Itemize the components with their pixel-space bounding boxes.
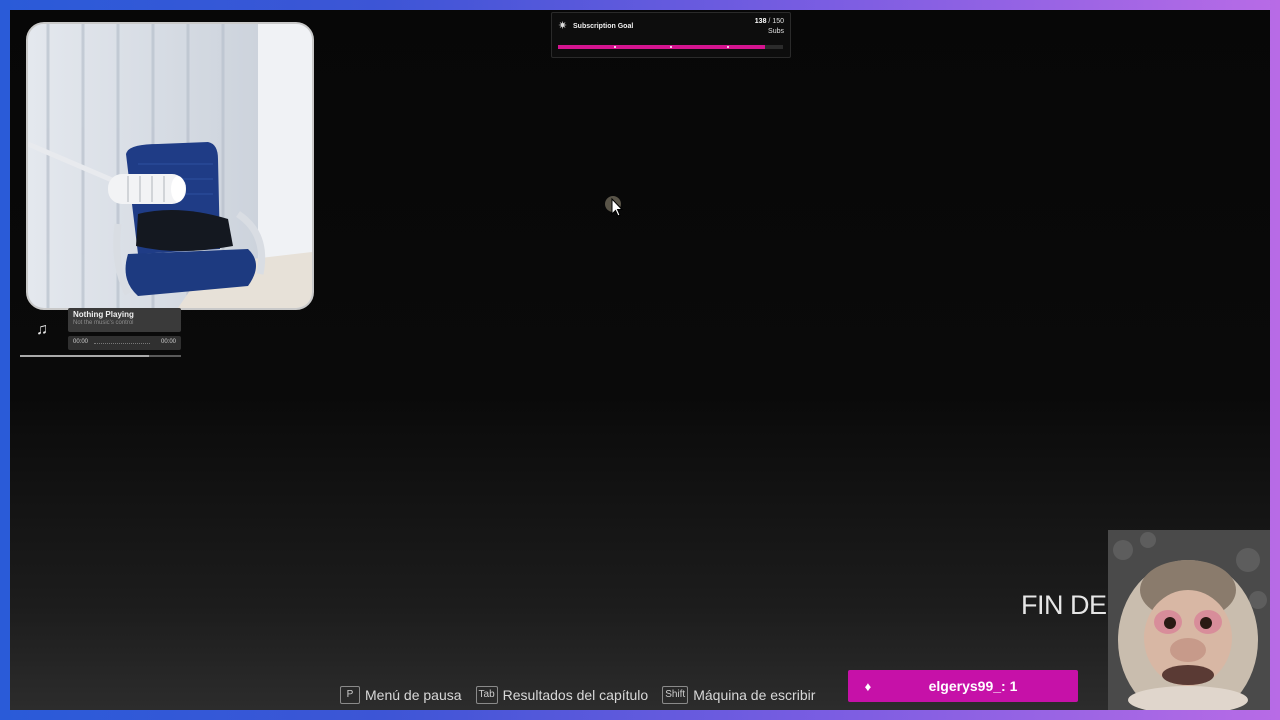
goal-target: 150 bbox=[772, 18, 784, 25]
mouse-cursor-icon bbox=[605, 196, 624, 217]
hint-label: Resultados del capítulo bbox=[502, 687, 649, 703]
key-tab: Tab bbox=[475, 686, 498, 704]
hint-chapter-results[interactable]: Tab Resultados del capítulo bbox=[475, 686, 649, 704]
goal-unit: Subs bbox=[768, 28, 784, 35]
now-playing-title: Nothing Playing bbox=[73, 310, 134, 319]
now-playing-widget: ♫ Nothing Playing Not the music's contro… bbox=[20, 308, 182, 358]
goal-progress-track bbox=[558, 45, 783, 49]
goal-milestone bbox=[727, 46, 729, 48]
now-playing-subtitle: Not the music's control bbox=[73, 320, 134, 326]
progress-track bbox=[94, 343, 150, 345]
total-time: 00:00 bbox=[160, 339, 176, 345]
now-playing-underline-fill bbox=[20, 355, 149, 357]
chapter-end-text: FIN DEL bbox=[1021, 590, 1122, 620]
goal-milestone bbox=[614, 46, 616, 48]
monkey-image bbox=[1108, 530, 1270, 710]
hint-label: Menú de pausa bbox=[365, 687, 462, 703]
music-note-icon: ♫ bbox=[36, 321, 48, 338]
star-icon: ✷ bbox=[558, 20, 568, 32]
goal-title: Subscription Goal bbox=[573, 23, 634, 30]
elapsed-time: 00:00 bbox=[73, 339, 89, 345]
alert-text: elgerys99_: 1 bbox=[928, 678, 1018, 694]
now-playing-progress: 00:00 00:00 bbox=[68, 336, 181, 350]
hint-pause-menu[interactable]: P Menú de pausa bbox=[340, 686, 462, 704]
webcam-monkey bbox=[1108, 530, 1270, 710]
hint-label: Máquina de escribir bbox=[693, 687, 816, 703]
subscription-goal-widget: ✷ Subscription Goal 138 / 150 Subs bbox=[551, 12, 791, 58]
diamond-icon: ♦ bbox=[864, 678, 872, 694]
control-hints-bar: P Menú de pausa Tab Resultados del capít… bbox=[340, 684, 815, 706]
now-playing-underline bbox=[20, 355, 181, 357]
goal-milestone bbox=[670, 46, 672, 48]
donation-alert: ♦ elgerys99_: 1 bbox=[848, 670, 1078, 702]
hint-typewriter[interactable]: Shift Máquina de escribir bbox=[662, 686, 815, 704]
goal-progress-fill bbox=[558, 45, 765, 49]
goal-current: 138 bbox=[754, 18, 767, 25]
webcam-room bbox=[26, 22, 314, 310]
room-scene-image bbox=[28, 24, 312, 308]
key-shift: Shift bbox=[662, 686, 689, 704]
goal-count: 138 / 150 bbox=[755, 18, 784, 25]
now-playing-card: Nothing Playing Not the music's control bbox=[68, 308, 181, 332]
key-p: P bbox=[340, 686, 360, 704]
game-capture: ♫ Nothing Playing Not the music's contro… bbox=[10, 10, 1270, 710]
